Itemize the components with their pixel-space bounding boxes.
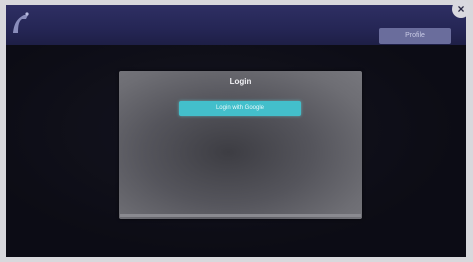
login-with-google-button[interactable]: Login with Google	[179, 101, 301, 116]
modal-title: Login	[229, 77, 252, 86]
app-window: Profile Login Login with Google	[6, 5, 466, 257]
brand-logo-icon[interactable]	[10, 11, 32, 37]
top-bar: Profile	[6, 5, 466, 45]
modal-footer-divider	[120, 214, 361, 217]
close-icon[interactable]: ×	[452, 0, 470, 18]
topbar-title	[166, 19, 246, 29]
profile-button[interactable]: Profile	[379, 28, 451, 44]
login-modal: Login Login with Google	[119, 71, 362, 219]
screen: Profile Login Login with Google ×	[0, 0, 473, 262]
